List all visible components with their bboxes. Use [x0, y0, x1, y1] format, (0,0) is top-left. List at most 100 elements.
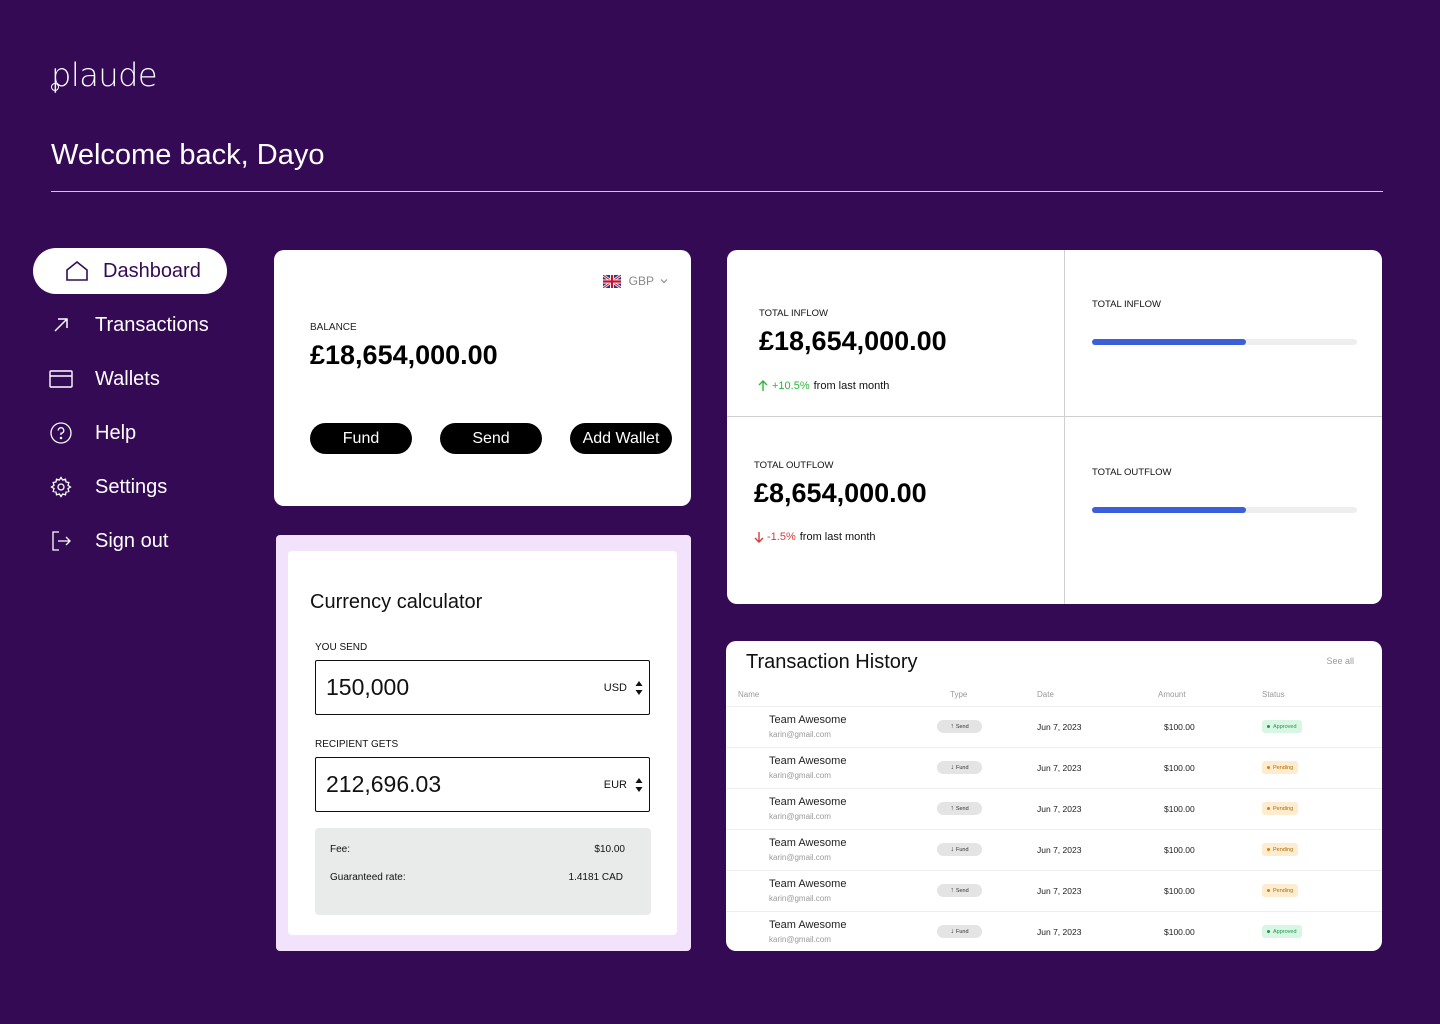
row-email: karin@gmail.com	[769, 935, 831, 944]
row-name: Team Awesome	[769, 714, 847, 726]
row-amount: $100.00	[1164, 927, 1195, 937]
row-email: karin@gmail.com	[769, 894, 831, 903]
sidebar-item-help[interactable]: Help	[33, 410, 233, 456]
balance-label: BALANCE	[310, 322, 357, 333]
gear-icon	[49, 475, 73, 499]
table-row[interactable]: Team Awesome karin@gmail.com ↓ Fund Jun 7, 2…	[726, 747, 1382, 788]
fee-value: $10.00	[594, 844, 625, 855]
fee-label: Fee:	[330, 844, 351, 855]
send-currency[interactable]: USD	[604, 682, 627, 694]
type-badge: ↑ Send	[937, 802, 982, 815]
rate-value: 1.4181 CAD	[568, 872, 623, 883]
row-date: Jun 7, 2023	[1037, 722, 1082, 732]
status-dot-icon	[1267, 930, 1270, 933]
status-dot-icon	[1267, 889, 1270, 892]
inflow-label: TOTAL INFLOW	[759, 308, 828, 319]
arrow-up-icon: ↑	[950, 723, 954, 730]
outflow-value: £8,654,000.00	[754, 478, 927, 508]
inflow-progress-fill	[1092, 339, 1246, 345]
status-label: Pending	[1273, 887, 1294, 894]
fund-button[interactable]: Fund	[310, 423, 412, 454]
brand-logo[interactable]: plaude	[51, 56, 158, 94]
rate-row: Guaranteed rate: 1.4181 CAD	[330, 872, 623, 883]
currency-selector[interactable]: GBP	[602, 274, 669, 288]
sidebar-item-label: Sign out	[95, 529, 169, 552]
row-name: Team Awesome	[769, 878, 847, 890]
add-wallet-button[interactable]: Add Wallet	[570, 423, 672, 454]
row-email: karin@gmail.com	[769, 771, 831, 780]
type-badge: ↑ Send	[937, 884, 982, 897]
sidebar-item-label: Dashboard	[103, 259, 201, 282]
outflow-progress-fill	[1092, 507, 1246, 513]
calculator-title: Currency calculator	[310, 591, 483, 613]
status-dot-icon	[1267, 766, 1270, 769]
rate-label: Guaranteed rate:	[330, 872, 406, 883]
stepper-icon[interactable]	[635, 680, 643, 696]
row-name: Team Awesome	[769, 837, 847, 849]
currency-code: GBP	[628, 274, 654, 288]
type-badge: ↓ Fund	[937, 925, 982, 938]
inflow-value: £18,654,000.00	[759, 326, 947, 356]
row-amount: $100.00	[1164, 845, 1195, 855]
recipient-amount-field[interactable]: 212,696.03 EUR	[315, 757, 650, 812]
help-circle-icon	[49, 421, 73, 445]
balance-card: GBP BALANCE £18,654,000.00 Fund Send Add…	[274, 250, 691, 506]
table-row[interactable]: Team Awesome karin@gmail.com ↑ Send Jun 7, 2…	[726, 706, 1382, 747]
outflow-delta-suffix: from last month	[799, 531, 876, 543]
type-badge: ↓ Fund	[937, 843, 982, 856]
card-icon	[49, 367, 73, 391]
type-label: Send	[955, 805, 969, 812]
inflow-bar-label: TOTAL INFLOW	[1092, 299, 1161, 310]
fee-row: Fee: $10.00	[330, 844, 625, 855]
chevron-down-icon	[660, 279, 668, 284]
send-amount-field[interactable]: 150,000 USD	[315, 660, 650, 715]
outflow-delta: -1.5% from last month	[753, 531, 876, 543]
fee-summary: Fee: $10.00 Guaranteed rate: 1.4181 CAD	[315, 828, 651, 915]
type-label: Fund	[955, 764, 969, 771]
status-label: Approved	[1273, 723, 1297, 730]
status-badge: Pending	[1262, 884, 1299, 897]
row-email: karin@gmail.com	[769, 853, 831, 862]
arrow-down-icon: ↓	[950, 928, 954, 935]
table-row[interactable]: Team Awesome karin@gmail.com ↓ Fund Jun 7, 2…	[726, 829, 1382, 870]
sidebar-item-transactions[interactable]: Transactions	[33, 302, 233, 348]
currency-calculator-card: Currency calculator YOU SEND 150,000 USD…	[288, 551, 677, 935]
inflow-delta-value: +10.5%	[772, 380, 810, 392]
send-label: YOU SEND	[315, 642, 368, 653]
sidebar-item-settings[interactable]: Settings	[33, 464, 233, 510]
row-amount: $100.00	[1164, 886, 1195, 896]
row-name: Team Awesome	[769, 796, 847, 808]
status-label: Pending	[1273, 846, 1294, 853]
uk-flag-icon	[602, 274, 621, 288]
send-amount-value: 150,000	[326, 674, 410, 700]
row-date: Jun 7, 2023	[1037, 886, 1082, 896]
row-date: Jun 7, 2023	[1037, 927, 1082, 937]
table-row[interactable]: Team Awesome karin@gmail.com ↑ Send Jun 7, 2…	[726, 870, 1382, 911]
status-dot-icon	[1267, 807, 1270, 810]
table-row[interactable]: Team Awesome karin@gmail.com ↑ Send Jun 7, 2…	[726, 788, 1382, 829]
sign-out-icon	[49, 529, 73, 553]
see-all-link[interactable]: See all	[1326, 656, 1354, 666]
sidebar-item-dashboard[interactable]: Dashboard	[33, 248, 227, 294]
row-amount: $100.00	[1164, 804, 1195, 814]
sidebar-item-label: Transactions	[95, 313, 209, 336]
outflow-label: TOTAL OUTFLOW	[754, 460, 834, 471]
recipient-currency[interactable]: EUR	[604, 779, 627, 791]
inflow-delta-suffix: from last month	[813, 380, 890, 392]
home-icon	[65, 259, 89, 283]
send-button[interactable]: Send	[440, 423, 542, 454]
table-row[interactable]: Team Awesome karin@gmail.com ↓ Fund Jun 7, 2…	[726, 911, 1382, 951]
logo-mark-icon	[51, 83, 59, 91]
status-dot-icon	[1267, 725, 1270, 728]
type-label: Fund	[955, 928, 969, 935]
currency-calculator-panel: Currency calculator YOU SEND 150,000 USD…	[276, 535, 691, 951]
status-label: Pending	[1273, 805, 1294, 812]
column-header-amount: Amount	[1158, 690, 1186, 699]
status-badge: Approved	[1262, 925, 1302, 938]
stepper-icon[interactable]	[635, 777, 643, 793]
outflow-progress-bar	[1092, 507, 1357, 513]
sidebar-item-sign-out[interactable]: Sign out	[33, 518, 233, 564]
status-badge: Pending	[1262, 802, 1299, 815]
sidebar-item-wallets[interactable]: Wallets	[33, 356, 233, 402]
outflow-bar-label: TOTAL OUTFLOW	[1092, 467, 1172, 478]
